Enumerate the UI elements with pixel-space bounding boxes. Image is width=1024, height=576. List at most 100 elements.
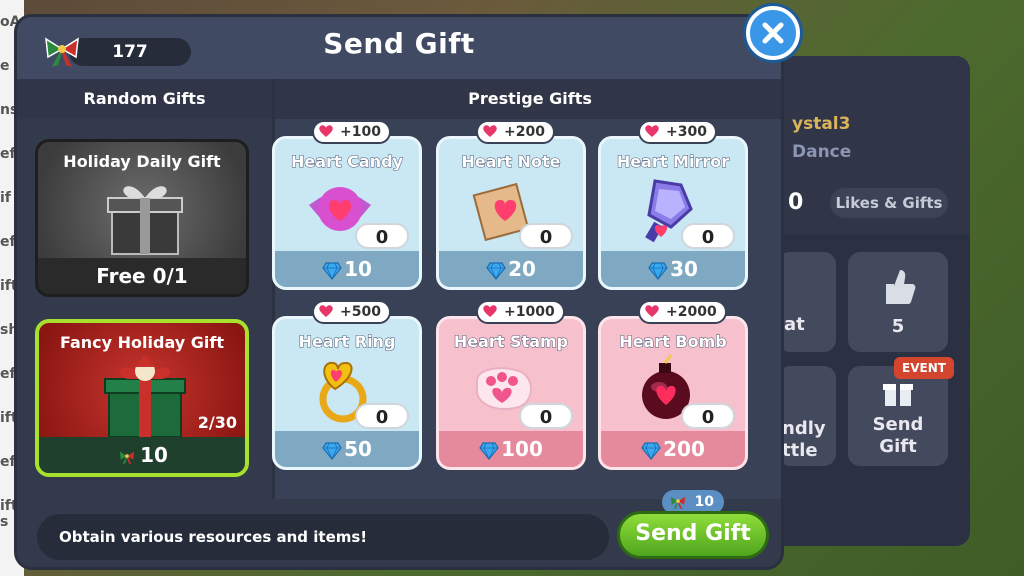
bow-ribbon-icon xyxy=(45,37,79,67)
heart-icon xyxy=(319,125,333,137)
heart-points-value: +200 xyxy=(504,124,545,140)
likes-tile[interactable]: 5 xyxy=(848,252,948,352)
gem-icon xyxy=(322,261,342,280)
gift-cost: 10 xyxy=(39,437,245,473)
prestige-gift-card[interactable]: Heart Mirror 0 30 +300 xyxy=(598,120,748,290)
profile-count: 0 xyxy=(788,190,804,215)
tab-random-gifts[interactable]: Random Gifts xyxy=(17,79,272,119)
gift-quantity: 0 xyxy=(355,403,409,429)
event-badge: EVENT xyxy=(894,357,954,379)
send-gift-button[interactable]: Send Gift xyxy=(617,511,769,559)
gift-free-count: Free 0/1 xyxy=(38,258,246,294)
gift-tabs: Random Gifts Prestige Gifts xyxy=(17,79,781,119)
gift-price-value: 100 xyxy=(501,437,543,461)
gift-price-value: 50 xyxy=(344,437,372,461)
background-profile-panel: ystal3 Dance 0 Likes & Gifts at 5 ndly t… xyxy=(770,56,970,546)
heart-points-value: +1000 xyxy=(504,304,555,320)
gift-price: 100 xyxy=(439,431,583,467)
heart-points-value: +300 xyxy=(666,124,707,140)
heart-icon xyxy=(645,305,659,317)
gem-icon xyxy=(322,441,342,460)
profile-name: ystal3 xyxy=(792,114,851,134)
gift-name: Heart Ring xyxy=(298,332,396,352)
gift-price: 200 xyxy=(601,431,745,467)
friendly-tile-label-1: ndly xyxy=(782,418,826,439)
gift-progress-count: 2/30 xyxy=(197,413,237,432)
chat-tile[interactable]: at xyxy=(778,252,836,352)
likes-tile-count: 5 xyxy=(891,316,905,337)
gift-price: 20 xyxy=(439,251,583,287)
gift-quantity: 0 xyxy=(519,223,573,249)
heart-points-badge: +100 xyxy=(312,120,391,144)
prestige-gift-card[interactable]: Heart Bomb 0 200 +2000 xyxy=(598,300,748,470)
gift-card-body: Heart Bomb 0 200 xyxy=(598,316,748,470)
gift-cost-value: 10 xyxy=(140,443,168,467)
gift-name: Heart Mirror xyxy=(616,152,730,172)
prestige-gift-card[interactable]: Heart Note 0 20 +200 xyxy=(436,120,586,290)
background-text: e xyxy=(0,58,10,74)
send-gift-tile-label-1: Send xyxy=(872,414,924,435)
prestige-gift-card[interactable]: Heart Ring 0 50 +500 xyxy=(272,300,422,470)
gift-price-value: 30 xyxy=(670,257,698,281)
gift-name: Fancy Holiday Gift xyxy=(60,333,224,352)
gem-icon xyxy=(479,441,499,460)
gift-quantity: 0 xyxy=(519,403,573,429)
friendly-battle-tile[interactable]: ndly ttle xyxy=(778,366,836,466)
send-cost-value: 10 xyxy=(694,494,714,510)
gift-price: 10 xyxy=(275,251,419,287)
fancy-holiday-gift-card[interactable]: Fancy Holiday Gift 2/30 10 xyxy=(35,319,249,477)
gift-name: Heart Stamp xyxy=(453,332,569,352)
gift-quantity: 0 xyxy=(681,403,735,429)
gift-price: 30 xyxy=(601,251,745,287)
likes-gifts-button[interactable]: Likes & Gifts xyxy=(830,188,948,218)
gift-card-body: Heart Note 0 20 xyxy=(436,136,586,290)
gift-box-icon xyxy=(107,186,183,255)
heart-icon xyxy=(483,125,497,137)
gift-name: Heart Candy xyxy=(291,152,404,172)
gift-name: Holiday Daily Gift xyxy=(63,152,221,171)
profile-subtitle: Dance xyxy=(792,142,852,162)
gift-name: Heart Bomb xyxy=(619,332,727,352)
chat-tile-label: at xyxy=(784,314,805,335)
gift-price: 50 xyxy=(275,431,419,467)
send-gift-dialog: Send Gift 177 Random Gifts Prestige Gift… xyxy=(14,14,784,570)
tab-prestige-gifts[interactable]: Prestige Gifts xyxy=(275,79,781,119)
heart-points-value: +2000 xyxy=(666,304,717,320)
background-text: if xyxy=(0,190,11,206)
close-icon xyxy=(762,22,784,44)
gem-icon xyxy=(648,261,668,280)
gift-card-body: Heart Stamp 0 100 xyxy=(436,316,586,470)
gift-price-value: 20 xyxy=(508,257,536,281)
gift-icon xyxy=(883,384,913,406)
heart-points-badge: +2000 xyxy=(638,300,727,324)
gift-ticket-balance: 177 xyxy=(69,38,191,66)
gift-card-body: Heart Mirror 0 30 xyxy=(598,136,748,290)
heart-points-value: +100 xyxy=(340,124,381,140)
heart-points-value: +500 xyxy=(340,304,381,320)
heart-icon xyxy=(645,125,659,137)
bow-ribbon-icon xyxy=(670,496,686,510)
heart-points-badge: +200 xyxy=(476,120,555,144)
close-button[interactable] xyxy=(746,6,800,60)
hint-text: Obtain various resources and items! xyxy=(37,514,609,560)
thumbs-up-icon xyxy=(886,270,916,304)
gift-card-body: Heart Ring 0 50 xyxy=(272,316,422,470)
friendly-tile-label-2: ttle xyxy=(782,440,818,461)
heart-icon xyxy=(319,305,333,317)
heart-points-badge: +1000 xyxy=(476,300,565,324)
gift-price-value: 200 xyxy=(663,437,705,461)
gift-quantity: 0 xyxy=(355,223,409,249)
gift-quantity: 0 xyxy=(681,223,735,249)
holiday-daily-gift-card[interactable]: Holiday Daily Gift Free 0/1 xyxy=(35,139,249,297)
send-gift-tile[interactable]: Send Gift xyxy=(848,366,948,466)
heart-points-badge: +500 xyxy=(312,300,391,324)
bow-ribbon-icon xyxy=(119,451,135,464)
holiday-gift-box-icon xyxy=(104,355,186,438)
prestige-gift-card[interactable]: Heart Candy 0 10 +100 xyxy=(272,120,422,290)
gift-price-value: 10 xyxy=(344,257,372,281)
random-gifts-panel: Holiday Daily Gift Free 0/1 Fancy Holida… xyxy=(17,119,272,499)
gem-icon xyxy=(641,441,661,460)
prestige-gift-card[interactable]: Heart Stamp 0 100 +1000 xyxy=(436,300,586,470)
heart-icon xyxy=(483,305,497,317)
gift-card-body: Heart Candy 0 10 xyxy=(272,136,422,290)
